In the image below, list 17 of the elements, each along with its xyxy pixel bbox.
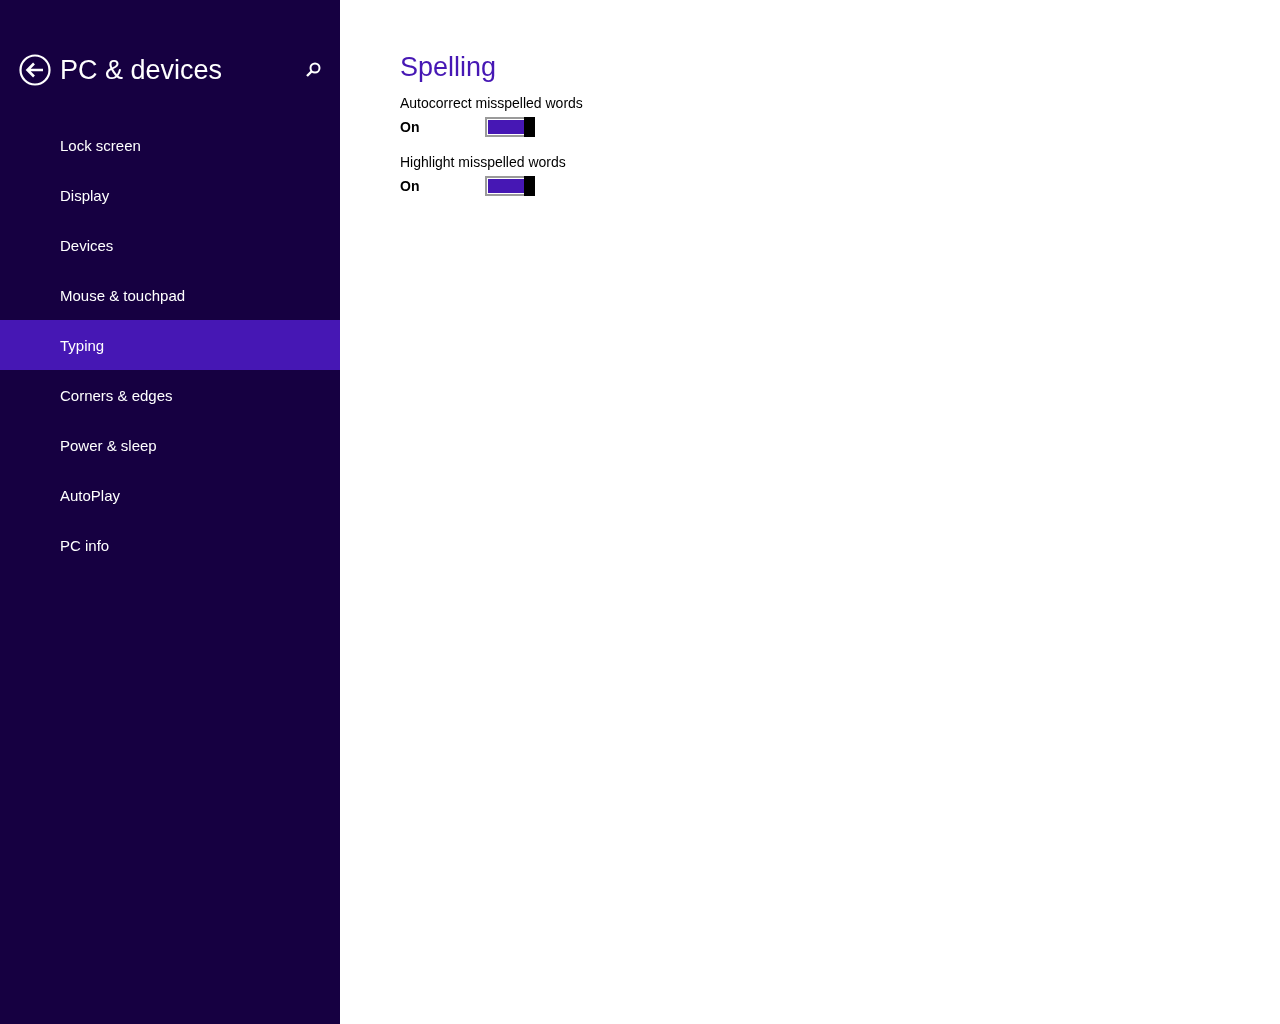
sidebar-item[interactable]: Power & sleep [0, 420, 340, 470]
page-title: PC & devices [60, 54, 224, 86]
sidebar-item[interactable]: Mouse & touchpad [0, 270, 340, 320]
toggle-state-label: On [400, 177, 421, 196]
toggle-switch[interactable] [485, 117, 535, 137]
sidebar-item[interactable]: Typing [0, 320, 340, 370]
section-heading: Spelling [400, 52, 498, 83]
sidebar-item[interactable]: PC info [0, 520, 340, 570]
sidebar-item[interactable]: Lock screen [0, 120, 340, 170]
sidebar-item[interactable]: Corners & edges [0, 370, 340, 420]
toggle-state-label: On [400, 118, 421, 137]
sidebar-item[interactable]: AutoPlay [0, 470, 340, 520]
sidebar-item[interactable]: Display [0, 170, 340, 220]
setting-label: Autocorrect misspelled words [400, 94, 584, 113]
setting-label: Highlight misspelled words [400, 153, 567, 172]
sidebar-item[interactable]: Devices [0, 220, 340, 270]
toggle-switch[interactable] [485, 176, 535, 196]
